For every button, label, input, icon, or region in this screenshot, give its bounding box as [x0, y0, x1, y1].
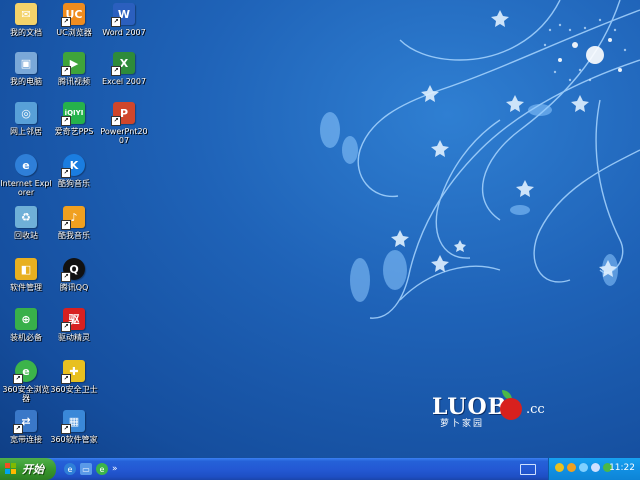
desktop-icon-broadband[interactable]: ⇄ ↗ 宽带连接: [0, 410, 52, 444]
quick-launch-ie-icon[interactable]: e: [64, 463, 76, 475]
essentials-icon: ⊕: [15, 308, 37, 330]
desktop-icon-360-software[interactable]: ▦ ↗ 360软件管家: [48, 410, 100, 444]
icon-label: 腾讯QQ: [59, 283, 89, 292]
powerpoint-icon: P ↗: [111, 102, 135, 126]
icon-label: 腾讯视频: [58, 77, 90, 86]
kugou-icon: K ↗: [61, 154, 85, 178]
desktop-icon-360-browser[interactable]: e ↗ 360安全浏览器: [0, 360, 52, 403]
desktop-icon-ie[interactable]: e Internet Explorer: [0, 154, 52, 197]
desktop-icon-iqiyi[interactable]: iQIYI ↗ 爱奇艺PPS: [48, 102, 100, 136]
luobo-logo: LUOB .cc 萝卜家园: [432, 390, 552, 434]
windows-flag-icon: [5, 463, 17, 475]
desktop-icon-360-security[interactable]: ✚ ↗ 360安全卫士: [48, 360, 100, 394]
desktop-icon-my-computer[interactable]: ▣ 我的电脑: [0, 52, 52, 86]
quick-launch-desktop-icon[interactable]: ▭: [80, 463, 92, 475]
shortcut-arrow-icon: ↗: [61, 424, 71, 434]
shortcut-arrow-icon: ↗: [111, 116, 121, 126]
my-computer-icon: ▣: [15, 52, 37, 74]
excel-icon: X ↗: [111, 52, 135, 76]
driver-genius-icon: 驱 ↗: [61, 308, 85, 332]
360-security-icon: ✚ ↗: [61, 360, 85, 384]
tray-volume-icon[interactable]: [591, 463, 600, 472]
360-software-icon: ▦ ↗: [61, 410, 85, 434]
desktop-icon-network[interactable]: ◎ 网上邻居: [0, 102, 52, 136]
icon-label: 回收站: [14, 231, 38, 240]
desktop-icon-driver-genius[interactable]: 驱 ↗ 驱动精灵: [48, 308, 100, 342]
icon-label: 软件管理: [10, 283, 42, 292]
tray-360-icon[interactable]: [555, 463, 564, 472]
icon-label: 酷我音乐: [58, 231, 90, 240]
icon-label: 装机必备: [10, 333, 42, 342]
shortcut-arrow-icon: ↗: [61, 322, 71, 332]
desktop-icon-tencent-video[interactable]: ▶ ↗ 腾讯视频: [48, 52, 100, 86]
shortcut-arrow-icon: ↗: [111, 17, 121, 27]
desktop-icon-essentials[interactable]: ⊕ 装机必备: [0, 308, 52, 342]
shortcut-arrow-icon: ↗: [61, 168, 71, 178]
tray-qq-icon[interactable]: [567, 463, 576, 472]
desktop-icon-software-manager[interactable]: ◧ 软件管理: [0, 258, 52, 292]
taskbar: 开始 e ▭ e » 11:22: [0, 458, 640, 480]
qq-icon: Q ↗: [61, 258, 85, 282]
my-documents-icon: ✉: [15, 3, 37, 25]
icon-label: 360安全卫士: [50, 385, 98, 394]
shortcut-arrow-icon: ↗: [61, 17, 71, 27]
tencent-video-icon: ▶ ↗: [61, 52, 85, 76]
icon-label: 宽带连接: [10, 435, 42, 444]
desktop-icon-word[interactable]: W ↗ Word 2007: [98, 3, 150, 37]
start-label: 开始: [22, 463, 44, 476]
software-manager-icon: ◧: [15, 258, 37, 280]
icon-label: Word 2007: [102, 28, 146, 37]
ie-icon: e: [15, 154, 37, 176]
desktop-icon-kuwo[interactable]: ♪ ↗ 酷我音乐: [48, 206, 100, 240]
icon-label: 360软件管家: [50, 435, 98, 444]
tray-network-icon[interactable]: [579, 463, 588, 472]
icon-label: Excel 2007: [101, 77, 147, 86]
uc-browser-icon: UC ↗: [61, 3, 85, 27]
desktop-icon-my-documents[interactable]: ✉ 我的文档: [0, 3, 52, 37]
shortcut-arrow-icon: ↗: [61, 66, 71, 76]
desktop-icon-uc-browser[interactable]: UC ↗ UC浏览器: [48, 3, 100, 37]
clock[interactable]: 11:22: [609, 463, 635, 473]
logo-suffix: .cc: [526, 402, 545, 417]
shortcut-arrow-icon: ↗: [13, 374, 23, 384]
icon-label: Internet Explorer: [0, 179, 52, 197]
icon-label: 360安全浏览器: [2, 385, 50, 403]
icon-label: UC浏览器: [56, 28, 92, 37]
recycle-bin-icon: ♻: [15, 206, 37, 228]
icon-label: PowerPnt2007: [100, 127, 148, 145]
desktop-icon-excel[interactable]: X ↗ Excel 2007: [98, 52, 150, 86]
quick-launch: e ▭ e »: [64, 461, 118, 477]
broadband-icon: ⇄ ↗: [13, 410, 37, 434]
kuwo-icon: ♪ ↗: [61, 206, 85, 230]
shortcut-arrow-icon: ↗: [61, 116, 71, 126]
radish-icon: [500, 398, 522, 420]
quick-launch-360-icon[interactable]: e: [96, 463, 108, 475]
icon-label: 网上邻居: [10, 127, 42, 136]
logo-subtitle: 萝卜家园: [440, 419, 485, 429]
icon-label: 我的文档: [10, 28, 42, 37]
start-button[interactable]: 开始: [0, 458, 56, 480]
shortcut-arrow-icon: ↗: [111, 66, 121, 76]
network-icon: ◎: [15, 102, 37, 124]
keyboard-icon[interactable]: [520, 464, 536, 475]
desktop-icon-powerpoint[interactable]: P ↗ PowerPnt2007: [98, 102, 150, 145]
icon-label: 驱动精灵: [58, 333, 90, 342]
shortcut-arrow-icon: ↗: [61, 374, 71, 384]
iqiyi-icon: iQIYI ↗: [61, 102, 85, 126]
desktop[interactable]: ✉ 我的文档 ▣ 我的电脑 ◎ 网上邻居 e Internet Explorer…: [0, 0, 640, 458]
icon-label: 我的电脑: [10, 77, 42, 86]
desktop-icon-recycle-bin[interactable]: ♻ 回收站: [0, 206, 52, 240]
360-browser-icon: e ↗: [13, 360, 37, 384]
shortcut-arrow-icon: ↗: [61, 220, 71, 230]
shortcut-arrow-icon: ↗: [61, 272, 71, 282]
system-tray: 11:22: [548, 458, 640, 480]
word-icon: W ↗: [111, 3, 135, 27]
shortcut-arrow-icon: ↗: [13, 424, 23, 434]
icon-label: 爱奇艺PPS: [54, 127, 94, 136]
desktop-icon-qq[interactable]: Q ↗ 腾讯QQ: [48, 258, 100, 292]
desktop-icon-kugou[interactable]: K ↗ 酷狗音乐: [48, 154, 100, 188]
quick-launch-more[interactable]: »: [112, 464, 118, 474]
icon-label: 酷狗音乐: [58, 179, 90, 188]
